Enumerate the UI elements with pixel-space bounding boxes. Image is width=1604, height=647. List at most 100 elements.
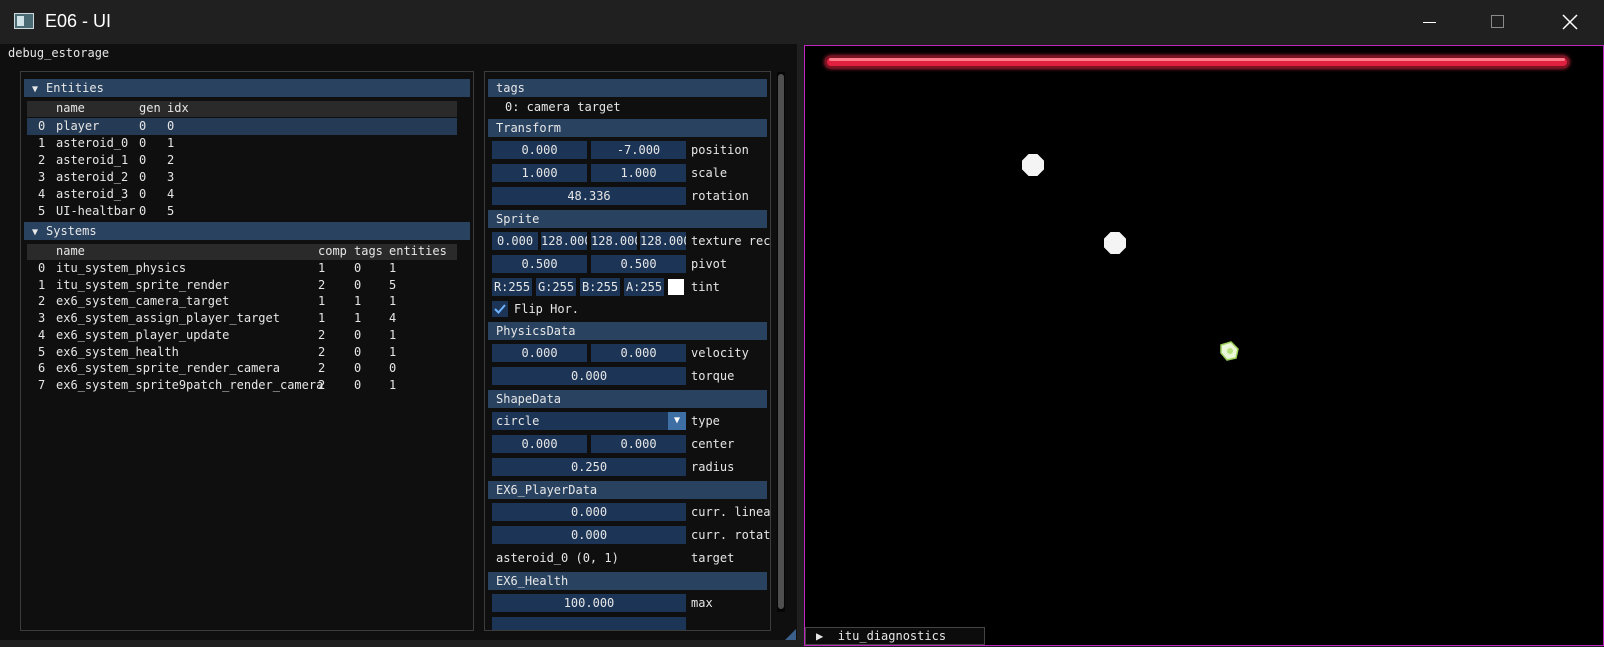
system-entities: 1 [389, 261, 397, 275]
entity-name: asteroid_0 [56, 136, 129, 150]
torque-field[interactable]: 0.000 [492, 367, 686, 385]
entity-row[interactable]: 5 UI-healtbar 0 5 [27, 203, 457, 220]
system-row[interactable]: 7 ex6_system_sprite9patch_render_camera 2 0… [27, 377, 457, 394]
pivot-x-field[interactable]: 0.500 [492, 255, 587, 273]
entities-header-label: Entities [46, 81, 104, 95]
system-comp: 2 [318, 344, 326, 359]
center-label: center [691, 437, 735, 451]
system-row[interactable]: 5 ex6_system_health 2 0 1 [27, 344, 457, 361]
physics-header[interactable]: PhysicsData [488, 322, 767, 340]
entity-name: asteroid_1 [56, 153, 129, 167]
entity-index: 1 [38, 136, 46, 150]
col-gen: gen [139, 101, 161, 115]
resize-grip[interactable] [785, 629, 796, 640]
minimize-button[interactable] [1395, 0, 1463, 44]
title-bar: E06 - UI [0, 0, 1604, 44]
pivot-y-field[interactable]: 0.500 [591, 255, 686, 273]
texture-rect-h-field[interactable]: 128.000 [640, 232, 686, 250]
tint-color-swatch[interactable] [668, 279, 684, 295]
tags-header[interactable]: tags [488, 79, 767, 97]
system-name: itu_system_physics [56, 261, 187, 275]
col-name: name [56, 101, 85, 115]
system-comp: 2 [318, 327, 326, 342]
position-y-field[interactable]: -7.000 [591, 141, 686, 159]
entity-row[interactable]: 1 asteroid_0 0 1 [27, 135, 457, 152]
entities-table-header: name gen idx [27, 101, 457, 117]
window-title: E06 - UI [45, 11, 112, 31]
entities-header[interactable]: ▼ Entities [24, 79, 470, 97]
dropdown-arrow-icon[interactable]: ▼ [668, 412, 686, 430]
texture-rect-y-field[interactable]: 128.000 [541, 232, 587, 250]
diagnostics-collapsed-window[interactable]: ▶ itu_diagnostics [805, 627, 985, 645]
curr-linear-field[interactable]: 0.000 [492, 503, 686, 521]
entity-idx: 3 [167, 170, 175, 184]
entity-row[interactable]: 0 player 0 0 [27, 118, 457, 135]
entity-row[interactable]: 2 asteroid_1 0 2 [27, 152, 457, 169]
entity-idx: 4 [167, 187, 175, 201]
sprite-header[interactable]: Sprite [488, 210, 767, 228]
collapse-arrow-icon: ▼ [32, 84, 39, 95]
rotation-field[interactable]: 48.336 [492, 187, 686, 205]
systems-header[interactable]: ▼ Systems [24, 222, 470, 240]
scrollbar-thumb[interactable] [778, 74, 784, 609]
tint-r-field[interactable]: R:255 [492, 278, 532, 296]
tint-b-field[interactable]: B:255 [580, 278, 620, 296]
health-max-field[interactable]: 100.000 [492, 594, 686, 612]
health-bar [825, 56, 1569, 68]
system-name: itu_system_sprite_render [56, 277, 230, 292]
texture-rect-w-field[interactable]: 128.000 [591, 232, 637, 250]
system-tags: 0 [354, 327, 362, 342]
velocity-x-field[interactable]: 0.000 [492, 344, 587, 362]
system-row[interactable]: 0 itu_system_physics 1 0 1 [27, 260, 457, 277]
entity-index: 0 [38, 119, 46, 133]
flip-hor-label: Flip Hor. [514, 302, 580, 316]
center-y-field[interactable]: 0.000 [591, 435, 686, 453]
system-row[interactable]: 1 itu_system_sprite_render 2 0 5 [27, 277, 457, 294]
curr-rotation-label: curr. rotati [691, 528, 771, 542]
entity-row[interactable]: 4 asteroid_3 0 4 [27, 186, 457, 203]
radius-field[interactable]: 0.250 [492, 458, 686, 476]
maximize-button[interactable] [1463, 0, 1531, 44]
entity-name: player [56, 119, 100, 133]
entity-idx: 1 [167, 136, 175, 150]
system-row[interactable]: 4 ex6_system_player_update 2 0 1 [27, 327, 457, 344]
entity-gen: 0 [139, 187, 147, 201]
system-row[interactable]: 3 ex6_system_assign_player_target 1 1 4 [27, 310, 457, 327]
asteroid [1022, 154, 1044, 176]
tint-g-field[interactable]: G:255 [536, 278, 576, 296]
col-entities: entities [389, 244, 447, 258]
inspector-scrollbar[interactable] [777, 72, 785, 612]
health-current-field[interactable] [492, 617, 686, 630]
inspector-panel[interactable]: tags 0: camera target Transform 0.000 -7… [484, 71, 771, 631]
flip-hor-checkbox[interactable] [492, 301, 508, 317]
transform-header[interactable]: Transform [488, 119, 767, 137]
player-data-header[interactable]: EX6_PlayerData [488, 481, 767, 499]
entity-name: asteroid_2 [56, 170, 129, 184]
scale-x-field[interactable]: 1.000 [492, 164, 587, 182]
system-row[interactable]: 6 ex6_system_sprite_render_camera 2 0 0 [27, 360, 457, 377]
entities-systems-panel[interactable]: ▼ Entities name gen idx 0 player 0 0 1 asteroi… [20, 71, 474, 631]
texture-rect-x-field[interactable]: 0.000 [492, 232, 538, 250]
entity-row[interactable]: 3 asteroid_2 0 3 [27, 169, 457, 186]
system-tags: 1 [354, 311, 362, 326]
system-row[interactable]: 2 ex6_system_camera_target 1 1 1 [27, 293, 457, 310]
game-viewport[interactable] [804, 45, 1604, 646]
velocity-y-field[interactable]: 0.000 [591, 344, 686, 362]
target-label: target [691, 551, 735, 565]
health-header[interactable]: EX6_Health [488, 572, 767, 590]
curr-rotation-field[interactable]: 0.000 [492, 526, 686, 544]
entity-index: 5 [38, 204, 46, 218]
shape-type-combo[interactable]: circle [492, 412, 668, 430]
system-tags: 0 [354, 344, 362, 359]
system-comp: 1 [318, 311, 326, 326]
close-button[interactable] [1535, 0, 1603, 44]
system-index: 5 [38, 344, 46, 359]
debug-window-title: debug_estorage [8, 46, 110, 60]
tint-a-field[interactable]: A:255 [624, 278, 664, 296]
position-x-field[interactable]: 0.000 [492, 141, 587, 159]
entity-gen: 0 [139, 170, 147, 184]
center-x-field[interactable]: 0.000 [492, 435, 587, 453]
shape-header[interactable]: ShapeData [488, 390, 767, 408]
scale-y-field[interactable]: 1.000 [591, 164, 686, 182]
system-entities: 1 [389, 327, 397, 342]
